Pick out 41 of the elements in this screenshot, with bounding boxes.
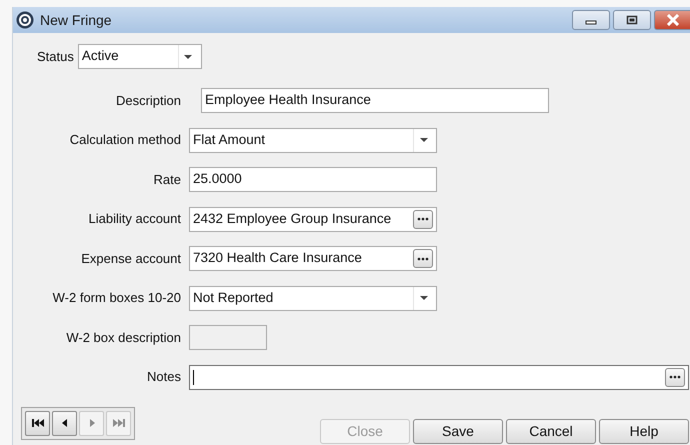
navigation-button[interactable] bbox=[52, 410, 77, 436]
close-icon bbox=[666, 14, 680, 26]
browse-button[interactable] bbox=[413, 249, 433, 268]
dropdown-arrow-icon bbox=[418, 136, 428, 144]
dropdown-field[interactable]: Not Reported bbox=[189, 286, 437, 310]
last-record-icon bbox=[112, 417, 126, 429]
dropdown-field[interactable]: Flat Amount bbox=[189, 128, 437, 152]
field-label: Rate bbox=[152, 170, 181, 189]
first-record-icon bbox=[30, 417, 44, 429]
ellipsis-icon bbox=[417, 256, 429, 260]
lookup-field[interactable] bbox=[189, 364, 689, 390]
action-button[interactable]: Help bbox=[599, 418, 689, 444]
browse-button[interactable] bbox=[665, 368, 685, 386]
text-field[interactable]: Employee Health Insurance bbox=[201, 88, 549, 113]
window-title: New Fringe bbox=[40, 10, 112, 30]
dropdown-arrow-icon bbox=[183, 52, 194, 60]
action-button[interactable]: Save bbox=[413, 418, 503, 444]
browse-button[interactable] bbox=[413, 210, 433, 228]
field-label: Calculation method bbox=[68, 131, 181, 150]
dropdown-arrow-icon bbox=[418, 294, 428, 302]
restore-icon bbox=[626, 15, 638, 25]
ellipsis-icon bbox=[669, 375, 681, 379]
field-label: W-2 form boxes 10-20 bbox=[52, 289, 181, 308]
close-window-button[interactable] bbox=[654, 10, 690, 30]
field-label: Liability account bbox=[88, 210, 181, 228]
app-logo-icon bbox=[16, 11, 34, 29]
text-cursor bbox=[193, 370, 194, 384]
field-label: Description bbox=[114, 92, 181, 110]
navigation-button[interactable] bbox=[25, 410, 50, 436]
status-label: Status bbox=[37, 48, 74, 66]
lookup-field[interactable]: 7320 Health Care Insurance bbox=[189, 246, 437, 271]
field-label: Expense account bbox=[80, 250, 181, 268]
lookup-field[interactable]: 2432 Employee Group Insurance bbox=[189, 206, 437, 232]
text-field[interactable]: 25.0000 bbox=[189, 167, 437, 192]
field-label: Notes bbox=[146, 368, 181, 386]
action-button[interactable]: Cancel bbox=[506, 418, 596, 444]
field-label: W-2 box description bbox=[65, 328, 181, 347]
minimize-button[interactable] bbox=[572, 10, 610, 30]
restore-button[interactable] bbox=[613, 10, 651, 30]
ellipsis-icon bbox=[417, 217, 429, 221]
status-dropdown[interactable]: Active bbox=[78, 44, 202, 69]
